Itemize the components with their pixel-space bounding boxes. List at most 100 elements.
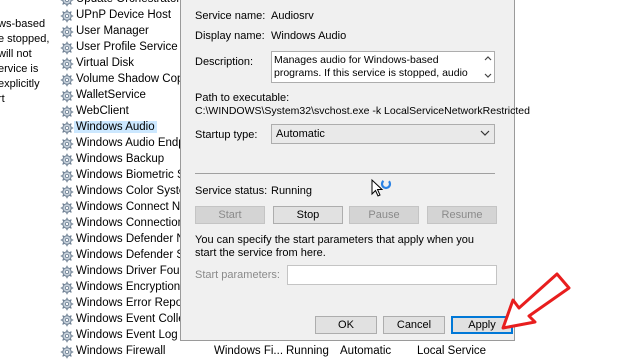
- service-name: Windows Error Reporti: [76, 297, 180, 309]
- table-row[interactable]: User Manager: [58, 24, 180, 40]
- scroll-down-icon: [484, 73, 492, 78]
- service-name: UPnP Device Host: [76, 9, 172, 21]
- table-row[interactable]: UPnP Device Host: [58, 8, 180, 24]
- service-name: Windows Color System: [76, 185, 180, 197]
- description-line: rt: [0, 93, 5, 105]
- service-name: Volume Shadow Copy: [76, 73, 180, 85]
- gear-icon: [60, 153, 74, 167]
- service-name: Update Orchestrator Ser: [76, 0, 180, 5]
- table-row[interactable]: Windows Connection: [58, 216, 180, 232]
- service-name: Windows Event Log: [76, 329, 178, 341]
- stop-button[interactable]: Stop: [273, 206, 343, 224]
- service-name: Windows Biometric Se: [76, 169, 180, 181]
- service-name: Windows Audio Endpo: [76, 137, 180, 149]
- start-button[interactable]: Start: [195, 206, 265, 224]
- description-text: Manages audio for Windows-based programs…: [274, 54, 468, 81]
- cancel-button[interactable]: Cancel: [383, 316, 445, 334]
- description-line: e stopped,: [0, 33, 50, 45]
- startup-type-value: Automatic: [276, 128, 325, 140]
- service-name: Virtual Disk: [76, 57, 134, 69]
- service-properties-dialog: Service name: Audiosrv Display name: Win…: [180, 0, 530, 341]
- description-textbox[interactable]: Manages audio for Windows-based programs…: [271, 51, 495, 83]
- gear-icon: [60, 297, 74, 311]
- cell-log-on-as: Local Service: [417, 345, 487, 357]
- start-parameters-input[interactable]: [287, 265, 497, 285]
- startup-type-label: Startup type:: [195, 129, 258, 141]
- cell-description: Windows Fi...: [214, 345, 284, 357]
- table-row[interactable]: Windows Backup: [58, 152, 180, 168]
- service-name: WebClient: [76, 105, 129, 117]
- service-name: User Manager: [76, 25, 149, 37]
- gear-icon: [60, 313, 74, 327]
- path-value: C:\WINDOWS\System32\svchost.exe -k Local…: [195, 105, 530, 117]
- service-name: Windows Driver Found: [76, 265, 180, 277]
- table-row[interactable]: Windows Error Reporti: [58, 296, 180, 312]
- service-name: Windows Backup: [76, 153, 165, 165]
- startup-type-select[interactable]: Automatic: [271, 124, 495, 144]
- gear-icon: [60, 233, 74, 247]
- divider: [195, 173, 495, 174]
- service-name: Windows Connection: [76, 217, 180, 229]
- table-row[interactable]: Windows Connect Nov: [58, 200, 180, 216]
- service-name: Windows Audio: [74, 121, 157, 133]
- scroll-up-icon: [484, 56, 492, 61]
- red-arrow-annotation-icon: [501, 272, 571, 330]
- service-name: Windows Connect Nov: [76, 201, 180, 213]
- pause-button[interactable]: Pause: [349, 206, 419, 224]
- ok-button[interactable]: OK: [315, 316, 377, 334]
- table-row[interactable]: Windows Biometric Se: [58, 168, 180, 184]
- table-row[interactable]: Windows Color System: [58, 184, 180, 200]
- resume-button[interactable]: Resume: [427, 206, 497, 224]
- table-row[interactable]: Windows Audio: [58, 120, 180, 136]
- gear-icon: [60, 0, 74, 7]
- table-row[interactable]: Virtual Disk: [58, 56, 180, 72]
- chevron-down-icon: [480, 130, 490, 136]
- table-row[interactable]: Windows Event Collect: [58, 312, 180, 328]
- service-status-label: Service status:: [195, 185, 268, 197]
- gear-icon: [60, 345, 74, 359]
- service-status-value: Running: [271, 185, 312, 197]
- cell-status: Running: [286, 345, 329, 357]
- services-list: Update Orchestrator Ser UPnP Device Host U…: [58, 0, 180, 360]
- gear-icon: [60, 217, 74, 231]
- table-row[interactable]: Windows Audio Endpo: [58, 136, 180, 152]
- gear-icon: [60, 249, 74, 263]
- table-row[interactable]: Windows Driver Found: [58, 264, 180, 280]
- gear-icon: [60, 57, 74, 71]
- table-row[interactable]: Volume Shadow Copy: [58, 72, 180, 88]
- table-row[interactable]: WalletService: [58, 88, 180, 104]
- table-row[interactable]: User Profile Service: [58, 40, 180, 56]
- description-line: will not: [0, 48, 32, 60]
- service-description-panel: ws-based e stopped, will not ervice is e…: [0, 0, 60, 360]
- gear-icon: [60, 41, 74, 55]
- gear-icon: [60, 201, 74, 215]
- display-name-label: Display name:: [195, 30, 265, 42]
- table-row-windows-firewall-columns[interactable]: Windows Fi... Running Automatic Local Se…: [180, 344, 640, 360]
- table-row[interactable]: Windows Encryption P: [58, 280, 180, 296]
- description-line: ervice is: [0, 63, 39, 75]
- path-label: Path to executable:: [195, 92, 290, 104]
- service-name: WalletService: [76, 89, 146, 101]
- gear-icon: [60, 281, 74, 295]
- gear-icon: [60, 25, 74, 39]
- start-parameters-hint: You can specify the start parameters tha…: [195, 234, 475, 259]
- description-line: explicitly: [0, 78, 40, 90]
- service-name: Windows Event Collect: [76, 313, 180, 325]
- table-row[interactable]: Windows Defender Se: [58, 248, 180, 264]
- description-line: ws-based: [0, 18, 46, 30]
- table-row[interactable]: WebClient: [58, 104, 180, 120]
- table-row[interactable]: Windows Event Log: [58, 328, 180, 344]
- cell-startup-type: Automatic: [340, 345, 392, 357]
- table-row[interactable]: Windows Defender Ne: [58, 232, 180, 248]
- gear-icon: [60, 105, 74, 119]
- gear-icon: [60, 73, 74, 87]
- gear-icon: [60, 169, 74, 183]
- description-scrollbar[interactable]: [482, 52, 494, 82]
- gear-icon: [60, 185, 74, 199]
- display-name-value: Windows Audio: [271, 30, 347, 42]
- service-name: Windows Defender Ne: [76, 233, 180, 245]
- table-row[interactable]: Windows Firewall: [58, 344, 180, 360]
- table-row[interactable]: Update Orchestrator Ser: [58, 0, 180, 8]
- service-name-label: Service name:: [195, 10, 266, 22]
- gear-icon: [60, 137, 74, 151]
